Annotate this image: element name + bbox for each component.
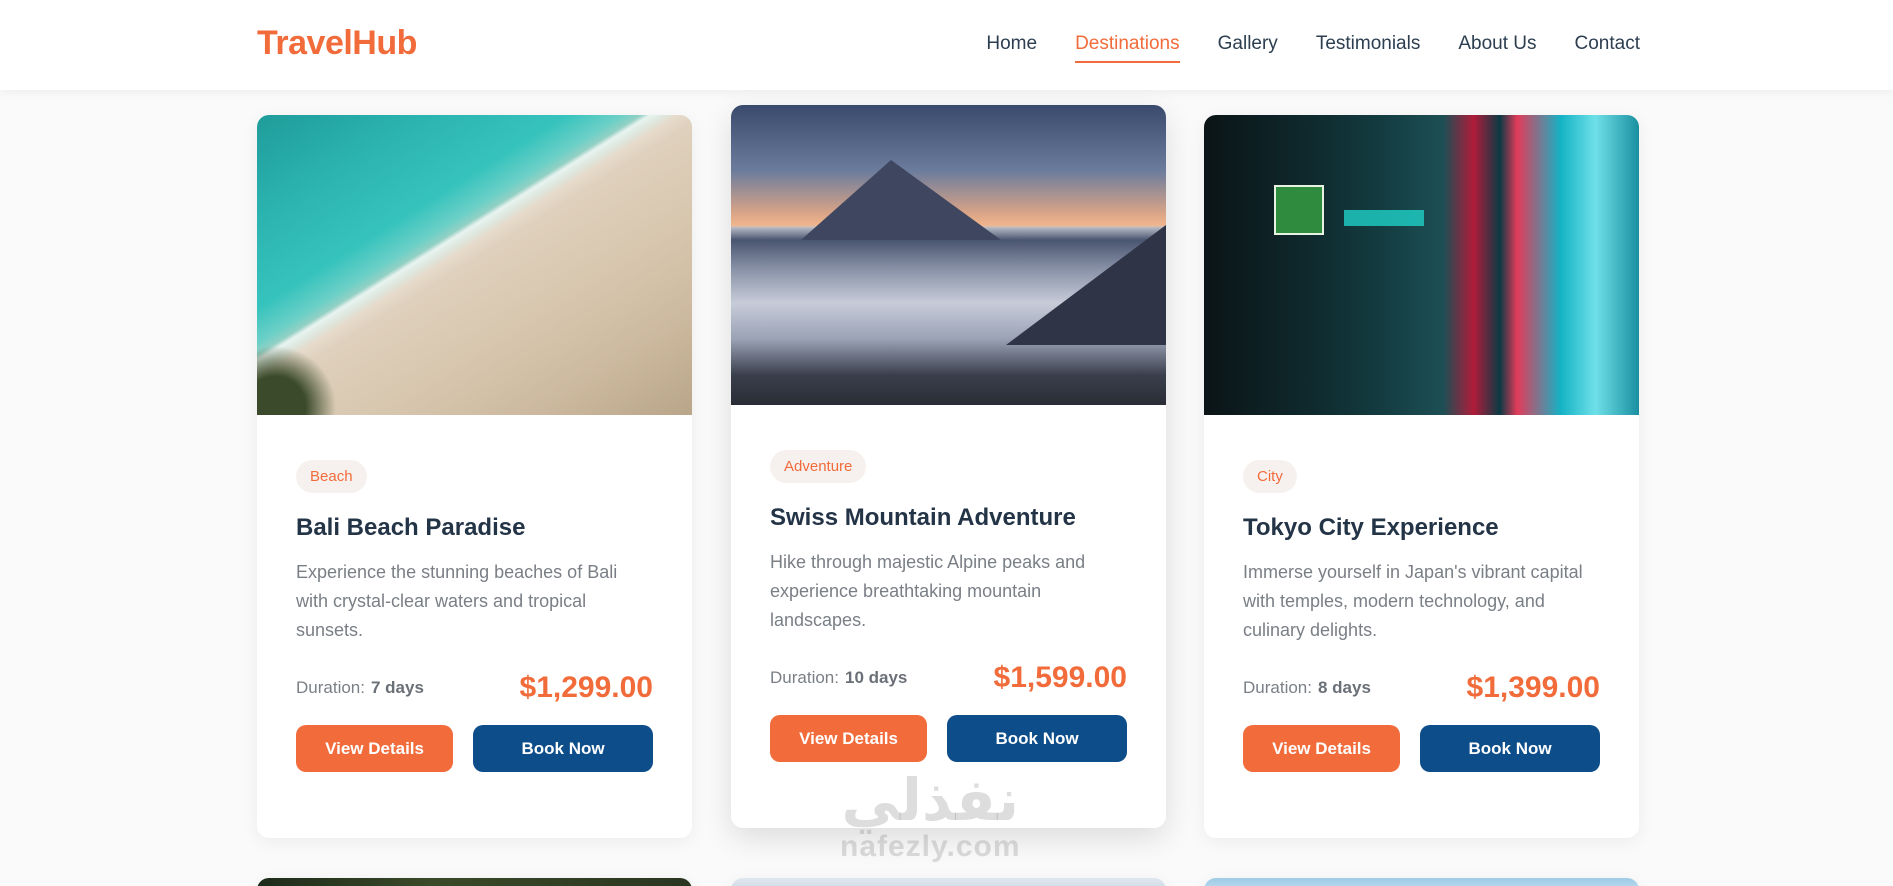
card-meta: Duration: 10 days $1,599.00	[770, 661, 1127, 695]
destination-card-tokyo: City Tokyo City Experience Immerse yours…	[1204, 115, 1639, 838]
site-logo[interactable]: TravelHub	[257, 24, 417, 63]
price: $1,299.00	[519, 671, 653, 704]
duration-value: 10 days	[844, 668, 908, 687]
destination-card-partial-3	[1204, 878, 1639, 886]
destination-card-partial-1	[257, 878, 692, 886]
nav-link-testimonials[interactable]: Testimonials	[1316, 33, 1421, 61]
main-nav: Home Destinations Gallery Testimonials A…	[986, 33, 1640, 63]
duration-label: Duration:	[770, 668, 839, 687]
nav-item-destinations: Destinations	[1075, 33, 1180, 63]
duration: Duration: 7 days	[296, 678, 424, 698]
card-description: Experience the stunning beaches of Bali …	[296, 562, 618, 640]
card-title: Swiss Mountain Adventure	[770, 504, 1076, 531]
nav-item-contact: Contact	[1575, 33, 1640, 63]
destination-card-partial-2	[731, 878, 1166, 886]
card-actions: View Details Book Now	[770, 715, 1127, 762]
swiss-mountain-image	[731, 105, 1166, 405]
destination-card-swiss: Adventure Swiss Mountain Adventure Hike …	[731, 105, 1166, 828]
nav-item-about: About Us	[1458, 33, 1536, 63]
card-body: Adventure Swiss Mountain Adventure Hike …	[731, 405, 1166, 762]
price: $1,599.00	[993, 661, 1127, 694]
nav-item-testimonials: Testimonials	[1316, 33, 1421, 63]
duration: Duration: 8 days	[1243, 678, 1371, 698]
view-details-button[interactable]: View Details	[296, 725, 454, 772]
card-body: City Tokyo City Experience Immerse yours…	[1204, 415, 1639, 772]
category-tag: Beach	[296, 460, 367, 493]
nav-link-gallery[interactable]: Gallery	[1218, 33, 1278, 61]
card-title: Bali Beach Paradise	[296, 514, 526, 541]
watermark-latin: nafezly.com	[840, 830, 1021, 863]
price: $1,399.00	[1466, 671, 1600, 704]
book-now-button[interactable]: Book Now	[473, 725, 653, 772]
duration: Duration: 10 days	[770, 668, 907, 688]
view-details-button[interactable]: View Details	[770, 715, 928, 762]
destination-card-bali: Beach Bali Beach Paradise Experience the…	[257, 115, 692, 838]
nav-item-home: Home	[986, 33, 1037, 63]
duration-value: 8 days	[1317, 678, 1371, 697]
duration-label: Duration:	[296, 678, 365, 697]
card-description: Hike through majestic Alpine peaks and e…	[770, 552, 1086, 630]
nav-link-destinations[interactable]: Destinations	[1075, 33, 1180, 63]
book-now-button[interactable]: Book Now	[947, 715, 1127, 762]
nav-link-about[interactable]: About Us	[1458, 33, 1536, 61]
book-now-button[interactable]: Book Now	[1420, 725, 1600, 772]
site-header: TravelHub Home Destinations Gallery Test…	[0, 0, 1893, 90]
card-description: Immerse yourself in Japan's vibrant capi…	[1243, 562, 1583, 640]
card-actions: View Details Book Now	[1243, 725, 1600, 772]
duration-value: 7 days	[370, 678, 424, 697]
duration-label: Duration:	[1243, 678, 1312, 697]
bali-beach-image	[257, 115, 692, 415]
card-body: Beach Bali Beach Paradise Experience the…	[257, 415, 692, 772]
nav-link-contact[interactable]: Contact	[1575, 33, 1640, 61]
card-meta: Duration: 7 days $1,299.00	[296, 671, 653, 705]
nav-item-gallery: Gallery	[1218, 33, 1278, 63]
category-tag: City	[1243, 460, 1297, 493]
card-actions: View Details Book Now	[296, 725, 653, 772]
nav-link-home[interactable]: Home	[986, 33, 1037, 61]
tokyo-city-image	[1204, 115, 1639, 415]
card-title: Tokyo City Experience	[1243, 514, 1499, 541]
category-tag: Adventure	[770, 450, 867, 483]
card-meta: Duration: 8 days $1,399.00	[1243, 671, 1600, 705]
view-details-button[interactable]: View Details	[1243, 725, 1401, 772]
